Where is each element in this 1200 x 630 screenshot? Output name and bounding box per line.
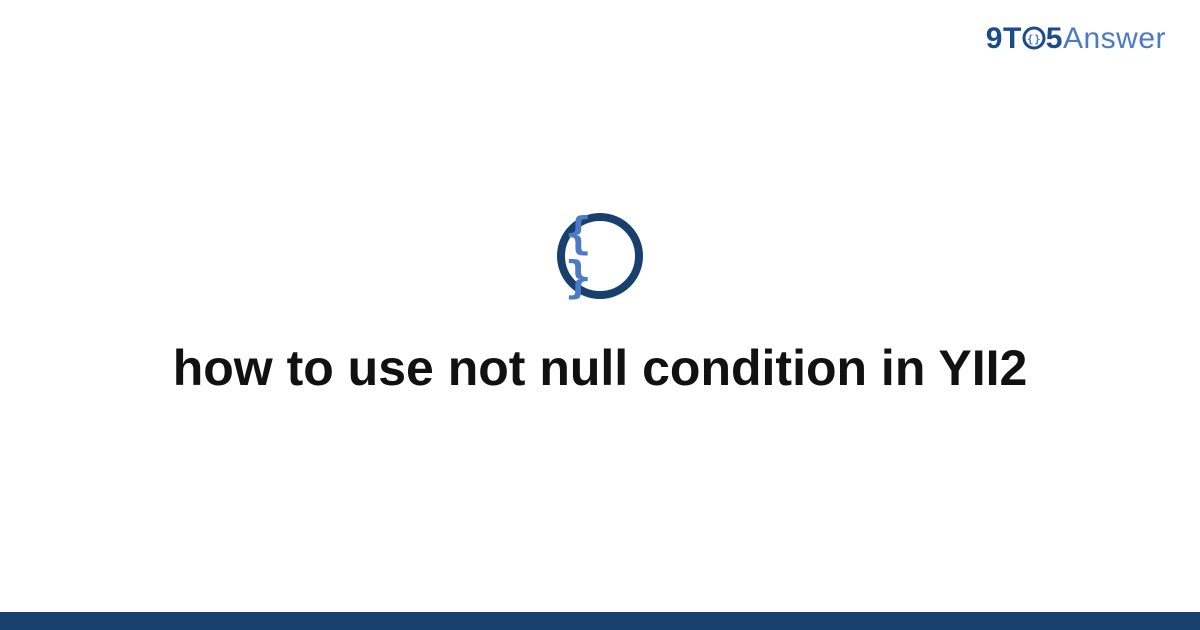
- braces-glyph: { }: [565, 212, 635, 300]
- main-content: { } how to use not null condition in YII…: [0, 0, 1200, 612]
- footer-bar: [0, 612, 1200, 630]
- page-title: how to use not null condition in YII2: [173, 337, 1028, 400]
- code-braces-icon: { }: [557, 213, 643, 299]
